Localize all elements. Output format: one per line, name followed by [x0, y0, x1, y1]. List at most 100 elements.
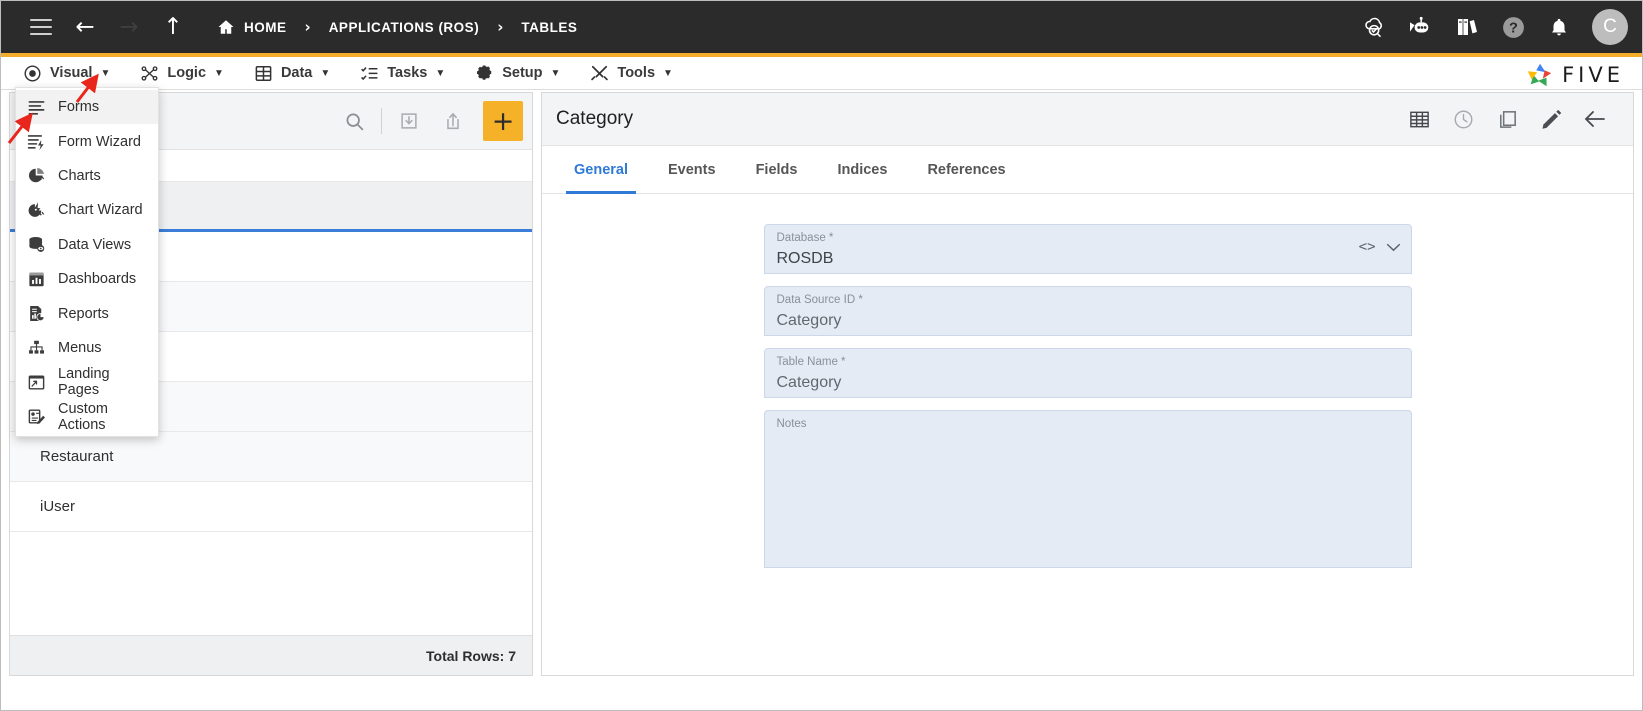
table-grid-icon[interactable]	[1397, 97, 1441, 141]
tab-general-label: General	[574, 161, 628, 178]
tab-references-label: References	[927, 161, 1006, 178]
back-arrow-icon[interactable]	[1573, 97, 1617, 141]
data-views-icon	[26, 235, 46, 255]
duplicate-copy-icon[interactable]	[1485, 97, 1529, 141]
dropdown-item-custom-actions[interactable]: Custom Actions	[16, 400, 158, 434]
chatbot-icon[interactable]	[1400, 6, 1442, 48]
custom-actions-icon	[26, 407, 46, 427]
list-item-restaurant[interactable]: Restaurant	[10, 432, 532, 482]
export-share-icon[interactable]	[431, 99, 475, 143]
import-download-icon[interactable]	[387, 99, 431, 143]
breadcrumb-separator-2: ›	[497, 18, 504, 36]
chevron-down-icon: ▼	[100, 67, 111, 79]
books-glyph	[1458, 19, 1477, 35]
data-source-id-field[interactable]: Data Source ID * Category	[763, 286, 1412, 336]
form-wizard-icon	[26, 132, 46, 152]
code-brackets-icon[interactable]: <>	[1359, 239, 1376, 255]
dropdown-item-reports[interactable]: Reports	[16, 296, 158, 330]
edit-pencil-icon[interactable]	[1529, 97, 1573, 141]
dropdown-item-menus-label: Menus	[58, 339, 102, 356]
history-clock-icon[interactable]	[1441, 97, 1485, 141]
dropdown-item-chart-wizard[interactable]: Chart Wizard	[16, 193, 158, 227]
tab-indices[interactable]: Indices	[817, 146, 907, 194]
reports-icon	[26, 304, 46, 324]
add-table-button[interactable]: +	[483, 101, 523, 141]
total-rows-label: Total Rows: 7	[426, 647, 516, 664]
dashboard-icon	[26, 269, 46, 289]
back-arrow-icon[interactable]: ←	[63, 5, 107, 49]
grid-table-icon	[254, 64, 273, 83]
tab-fields-label: Fields	[755, 161, 798, 178]
five-pinwheel-icon	[1527, 63, 1552, 87]
general-form: Database * ROSDB <> Data Source ID * Cat…	[542, 194, 1633, 568]
menu-item-tools[interactable]: Tools ▼	[582, 57, 695, 90]
dropdown-item-charts[interactable]: Charts	[16, 159, 158, 193]
breadcrumb-applications-label: APPLICATIONS (ROS)	[328, 19, 480, 35]
visual-dropdown-menu: Forms Form Wizard Charts Chart Wizard Da…	[15, 87, 159, 437]
list-footer: Total Rows: 7	[10, 635, 532, 675]
dropdown-item-landing-pages[interactable]: Landing Pages	[16, 365, 158, 399]
user-avatar[interactable]: C	[1592, 9, 1628, 45]
menu-item-data[interactable]: Data ▼	[246, 57, 352, 90]
pie-chart-icon	[26, 166, 46, 186]
breadcrumb-tables-label: TABLES	[521, 19, 578, 35]
breadcrumb-tables[interactable]: TABLES	[513, 5, 585, 49]
menu-item-tasks-label: Tasks	[387, 65, 428, 81]
dropdown-item-forms[interactable]: Forms	[16, 90, 158, 125]
hamburger-menu-icon[interactable]	[19, 5, 63, 49]
tab-references[interactable]: References	[907, 146, 1025, 194]
menu-item-visual[interactable]: Visual ▼	[15, 57, 132, 90]
dropdown-item-menus[interactable]: Menus	[16, 331, 158, 365]
tab-events-label: Events	[668, 161, 716, 178]
menu-item-data-label: Data	[280, 65, 313, 81]
tab-events[interactable]: Events	[648, 146, 736, 194]
dropdown-item-data-views[interactable]: Data Views	[16, 228, 158, 262]
table-detail-panel: Category General Events Fields Indices R…	[541, 92, 1634, 676]
menus-tree-icon	[26, 338, 46, 358]
books-library-icon[interactable]	[1446, 6, 1488, 48]
chevron-down-icon[interactable]	[1386, 238, 1401, 256]
menu-item-setup[interactable]: Setup ▼	[467, 57, 582, 90]
database-field-label: Database *	[776, 232, 834, 244]
checklist-icon	[360, 64, 379, 83]
notes-field[interactable]: Notes	[763, 410, 1412, 568]
dropdown-item-dashboards[interactable]: Dashboards	[16, 262, 158, 296]
breadcrumb-home[interactable]: HOME	[209, 5, 295, 49]
detail-header: Category	[542, 93, 1633, 146]
tab-fields[interactable]: Fields	[736, 146, 818, 194]
dropdown-item-dashboards-label: Dashboards	[58, 271, 137, 288]
chart-wizard-icon	[26, 200, 46, 220]
database-field[interactable]: Database * ROSDB <>	[763, 224, 1412, 274]
table-name-field[interactable]: Table Name * Category	[763, 348, 1412, 398]
page-title: Category	[556, 108, 634, 129]
search-icon[interactable]	[332, 99, 376, 143]
tools-icon	[590, 64, 609, 83]
menu-item-setup-label: Setup	[502, 65, 543, 81]
bell-glyph	[1552, 18, 1566, 35]
list-item-iuser[interactable]: iUser	[10, 482, 532, 532]
up-arrow-icon[interactable]: ↑	[151, 5, 195, 49]
help-icon[interactable]: ?	[1492, 6, 1534, 48]
forward-arrow-icon[interactable]: →	[107, 5, 151, 49]
cloud-check-icon[interactable]	[1354, 6, 1396, 48]
menu-item-logic-label: Logic	[167, 65, 207, 81]
data-source-id-value: Category	[776, 312, 842, 329]
cloud-check-glyph	[1365, 17, 1382, 38]
dropdown-item-form-wizard[interactable]: Form Wizard	[16, 124, 158, 158]
gear-icon	[475, 64, 494, 83]
chevron-down-icon: ▼	[214, 67, 224, 79]
dropdown-item-landing-pages-label: Landing Pages	[58, 366, 110, 399]
hamburger-bars	[30, 19, 52, 35]
menu-item-tasks[interactable]: Tasks ▼	[352, 57, 467, 90]
tab-general[interactable]: General	[554, 146, 648, 194]
breadcrumb-applications[interactable]: APPLICATIONS (ROS)	[321, 5, 488, 49]
dropdown-item-reports-label: Reports	[58, 305, 109, 322]
notifications-bell-icon[interactable]	[1538, 6, 1580, 48]
dropdown-item-custom-actions-label: Custom Actions	[58, 400, 108, 433]
svg-text:?: ?	[1509, 20, 1518, 36]
chevron-down-icon: ▼	[320, 67, 331, 79]
table-name-label: Table Name *	[776, 356, 846, 368]
avatar-initial: C	[1603, 16, 1617, 37]
landing-page-icon	[26, 372, 46, 392]
menu-item-logic[interactable]: Logic ▼	[132, 57, 246, 90]
